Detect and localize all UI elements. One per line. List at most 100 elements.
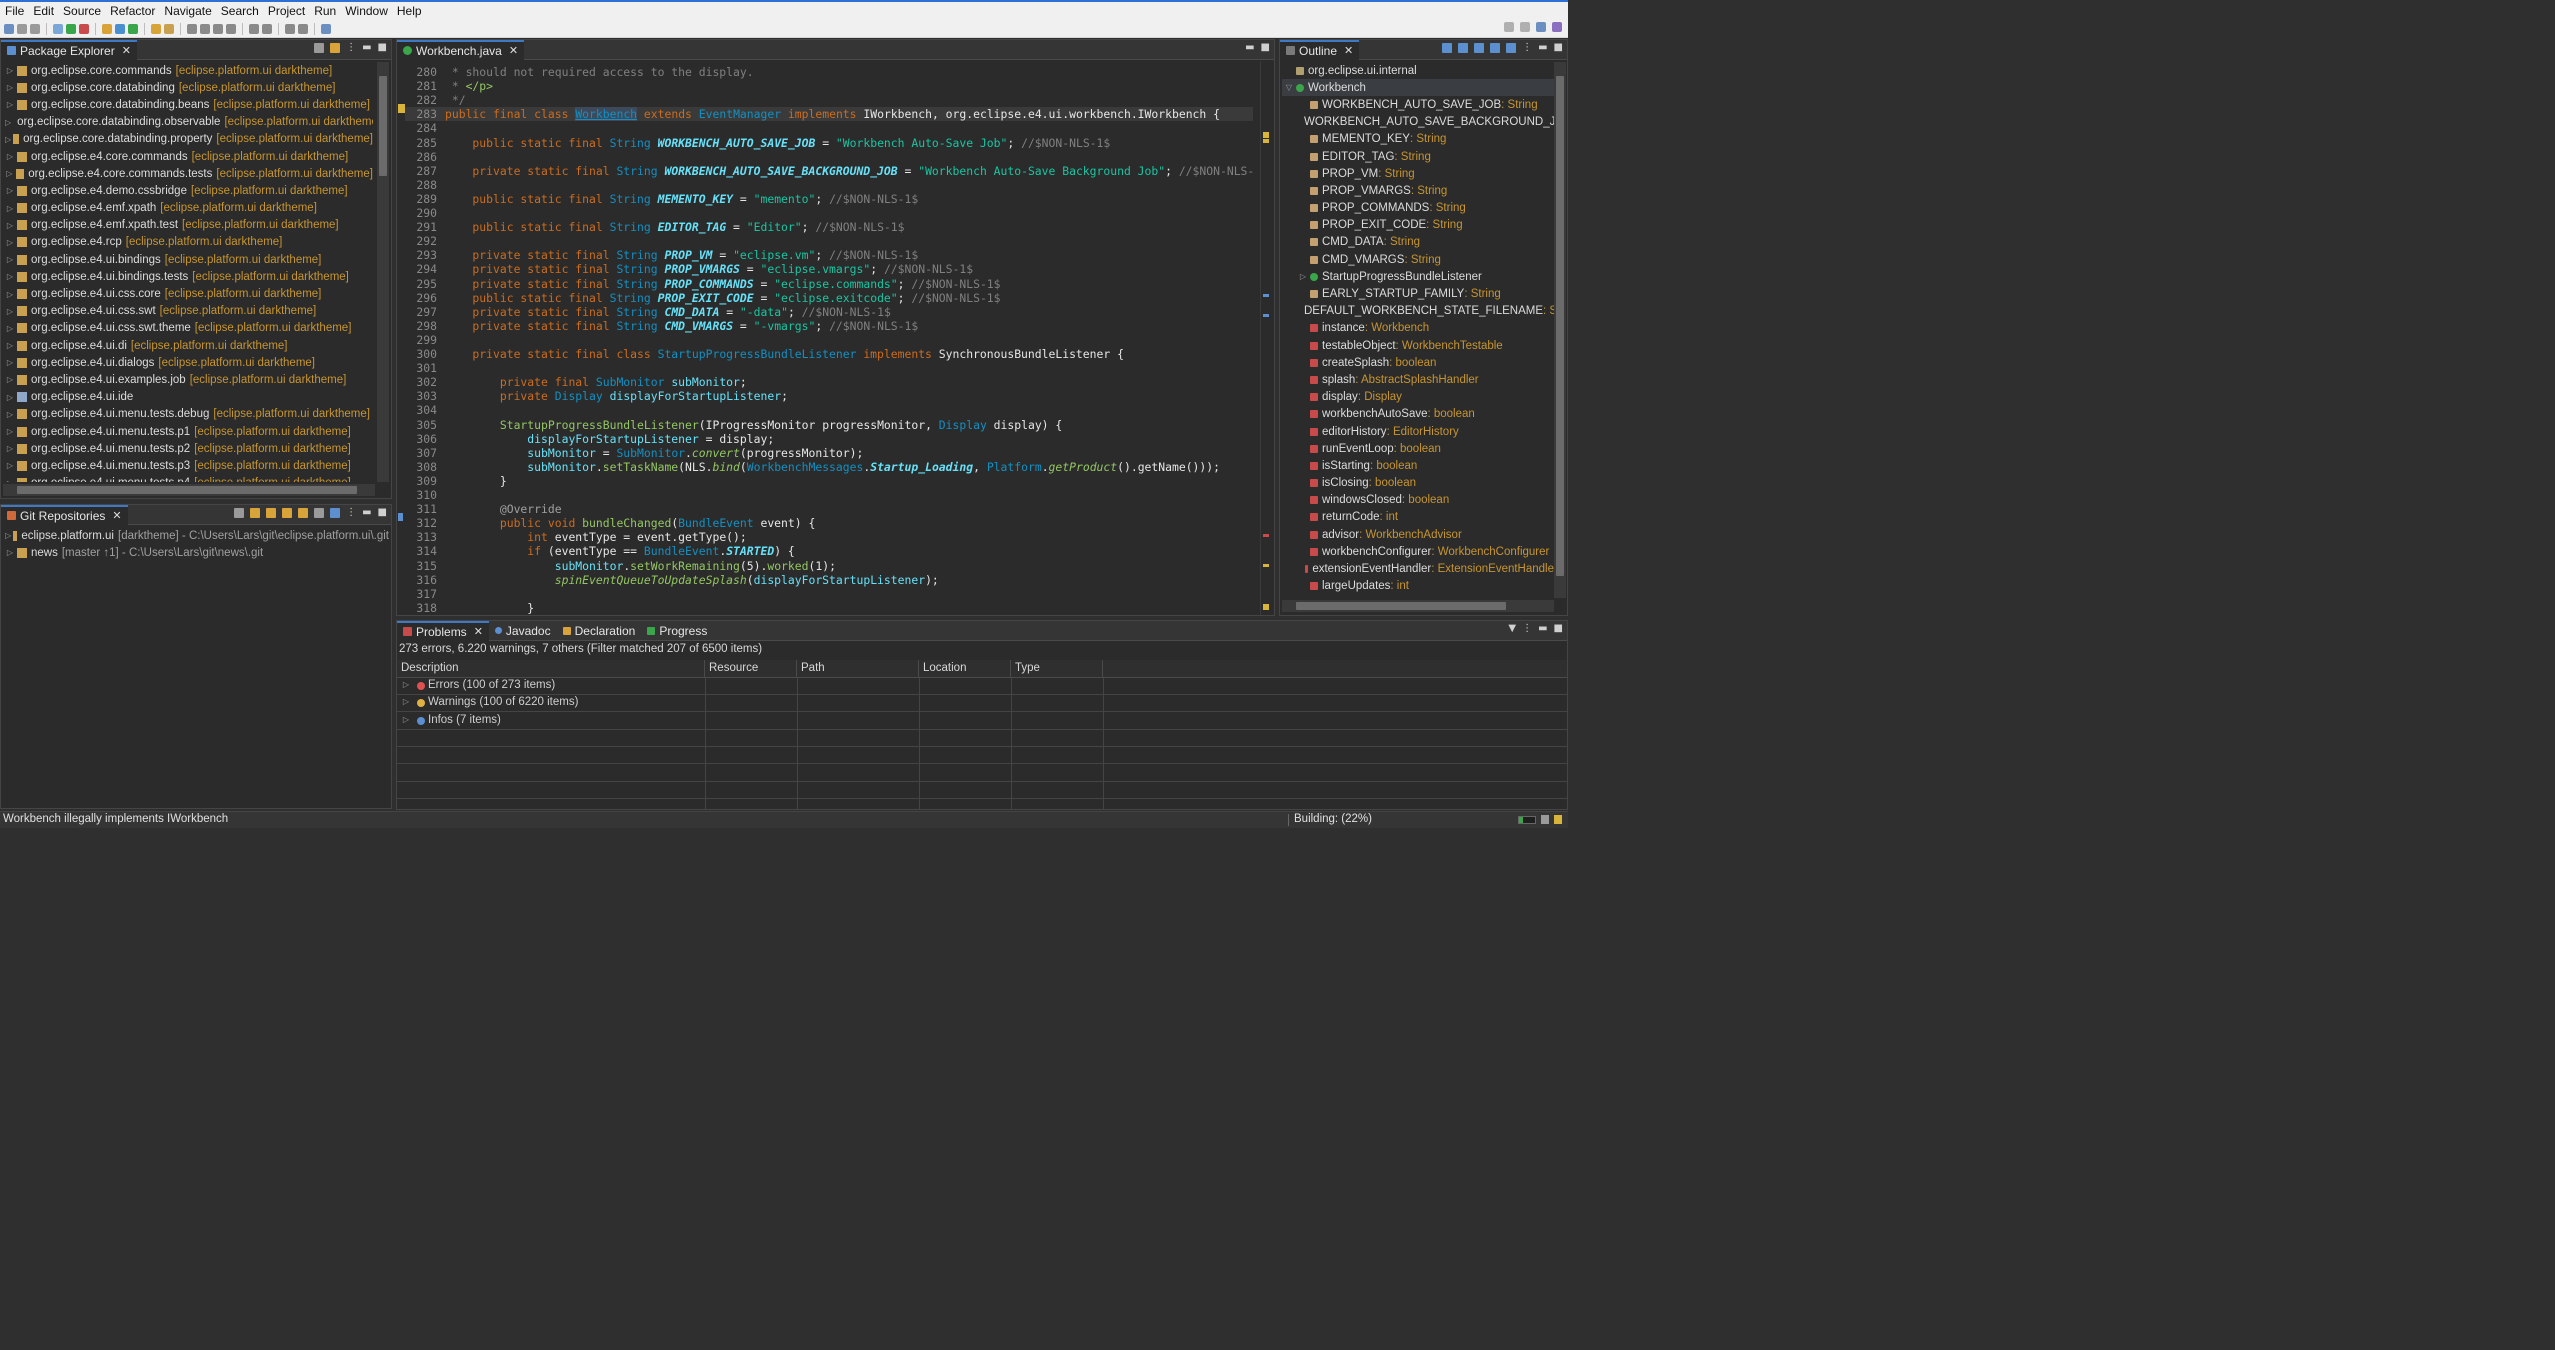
project-item[interactable]: ▷ org.eclipse.e4.core.commands.tests [ecli… — [5, 165, 373, 182]
outline-item[interactable]: WORKBENCH_AUTO_SAVE_JOB : String — [1282, 96, 1554, 113]
maximize-icon[interactable]: ■ — [1554, 624, 1563, 634]
view-menu-icon[interactable]: ⋮ — [346, 508, 356, 518]
search-icon[interactable] — [164, 23, 174, 34]
run-icon[interactable] — [66, 23, 76, 34]
column-type[interactable]: Type — [1011, 660, 1103, 678]
repository-item[interactable]: ▷ eclipse.platform.ui [darktheme] - C:\Use… — [5, 527, 389, 544]
outline-item[interactable]: CMD_DATA : String — [1282, 234, 1554, 251]
close-icon[interactable]: ✕ — [1344, 44, 1353, 57]
block-selection-icon[interactable] — [213, 23, 223, 34]
hide-fields-icon[interactable] — [1458, 43, 1469, 53]
tab-git-repositories[interactable]: Git Repositories ✕ — [1, 505, 128, 525]
expand-icon[interactable]: ▷ — [5, 461, 15, 470]
column-path[interactable]: Path — [797, 660, 919, 678]
table-row[interactable] — [397, 765, 1567, 782]
expand-icon[interactable]: ▷ — [5, 272, 15, 281]
create-repository-icon[interactable] — [282, 508, 293, 518]
expand-icon[interactable]: ▷ — [5, 255, 15, 264]
clone-repository-icon[interactable] — [266, 508, 277, 518]
build-status[interactable]: Building: (22%) — [1294, 813, 1372, 825]
outline-item[interactable]: org.eclipse.ui.internal — [1282, 62, 1554, 79]
expand-icon[interactable]: ▷ — [5, 375, 15, 384]
outline-item[interactable]: PROP_VMARGS : String — [1282, 182, 1554, 199]
overview-warning-marker[interactable] — [1263, 564, 1269, 567]
project-item[interactable]: ▷ org.eclipse.e4.ui.ide — [5, 389, 373, 406]
project-item[interactable]: ▷ org.eclipse.e4.ui.menu.tests.p2 [eclipse… — [5, 440, 373, 457]
outline-item[interactable]: instance : Workbench — [1282, 320, 1554, 337]
expand-icon[interactable]: ▷ — [5, 290, 15, 299]
project-item[interactable]: ▷ org.eclipse.core.commands [eclipse.platf… — [5, 62, 373, 79]
table-row[interactable] — [397, 730, 1567, 747]
tab-outline[interactable]: Outline ✕ — [1280, 40, 1360, 60]
scroll-thumb[interactable] — [1296, 602, 1506, 610]
progress-view-icon[interactable] — [1541, 815, 1549, 824]
filter-icon[interactable] — [314, 508, 325, 518]
new-java-project-icon[interactable] — [102, 23, 112, 34]
build-progress-bar[interactable] — [1518, 816, 1536, 824]
outline-item[interactable]: runEventLoop : boolean — [1282, 440, 1554, 457]
package-tree-vscrollbar[interactable] — [377, 62, 389, 482]
overview-marker[interactable] — [1263, 314, 1269, 317]
code-area[interactable]: 280 * should not required access to the … — [397, 61, 1274, 615]
open-perspective-icon[interactable] — [1520, 22, 1530, 32]
overview-warning-marker[interactable] — [1263, 604, 1269, 610]
view-menu-icon[interactable]: ⋮ — [346, 43, 356, 53]
package-tree-hscrollbar[interactable] — [3, 484, 375, 496]
project-item[interactable]: ▷ org.eclipse.core.databinding.property [e… — [5, 131, 373, 148]
expand-icon[interactable]: ▷ — [5, 307, 15, 316]
outline-item[interactable]: display : Display — [1282, 389, 1554, 406]
tab-package-explorer[interactable]: Package Explorer ✕ — [1, 40, 137, 60]
table-row[interactable] — [397, 747, 1567, 765]
expand-icon[interactable]: ▷ — [5, 410, 15, 419]
hide-static-icon[interactable] — [1474, 43, 1485, 53]
outline-item[interactable]: workbenchAutoSave : boolean — [1282, 406, 1554, 423]
expand-icon[interactable]: ▷ — [5, 135, 11, 144]
back-icon[interactable] — [285, 23, 295, 34]
column-resource[interactable]: Resource — [705, 660, 797, 678]
outline-item[interactable]: workbenchConfigurer : WorkbenchConfigure… — [1282, 543, 1554, 560]
maximize-icon[interactable]: ■ — [1554, 43, 1563, 53]
hide-non-public-icon[interactable] — [1490, 43, 1501, 53]
outline-item[interactable]: largeUpdates : int — [1282, 578, 1554, 595]
project-item[interactable]: ▷ org.eclipse.e4.emf.xpath [eclipse.platfo… — [5, 200, 373, 217]
outline-item[interactable]: WORKBENCH_AUTO_SAVE_BACKGROUND_JOB — [1282, 114, 1554, 131]
menu-navigate[interactable]: Navigate — [159, 4, 215, 18]
expand-icon[interactable]: ▷ — [5, 393, 15, 402]
project-item[interactable]: ▷ org.eclipse.e4.ui.dialogs [eclipse.platf… — [5, 354, 373, 371]
expand-icon[interactable]: ▷ — [1298, 272, 1308, 281]
project-item[interactable]: ▷ org.eclipse.e4.demo.cssbridge [eclipse.p… — [5, 182, 373, 199]
expand-icon[interactable]: ▷ — [5, 531, 11, 540]
add-repository-icon[interactable] — [250, 508, 261, 518]
annotation-icon[interactable] — [187, 23, 197, 34]
expand-icon[interactable]: ▷ — [5, 548, 15, 557]
table-row[interactable]: ▷ Infos (7 items) — [397, 713, 1567, 730]
scroll-thumb[interactable] — [1556, 76, 1564, 576]
minimize-icon[interactable]: ▬ — [1538, 624, 1547, 634]
minimize-icon[interactable]: ▬ — [1538, 43, 1547, 53]
tab-problems[interactable]: Problems ✕ — [397, 621, 489, 641]
column-description[interactable]: Description — [397, 660, 705, 678]
toggle-mark-icon[interactable] — [200, 23, 210, 34]
new-icon[interactable] — [4, 23, 14, 34]
warning-marker-icon[interactable] — [398, 104, 405, 113]
pin-editor-icon[interactable] — [321, 23, 331, 34]
expand-icon[interactable]: ▷ — [5, 100, 15, 109]
expand-icon[interactable]: ▷ — [5, 238, 15, 247]
overview-ruler[interactable] — [1260, 61, 1270, 615]
outline-vscrollbar[interactable] — [1554, 62, 1566, 598]
project-item[interactable]: ▷ org.eclipse.e4.emf.xpath.test [eclipse.p… — [5, 217, 373, 234]
project-item[interactable]: ▷ org.eclipse.e4.ui.css.swt [eclipse.platf… — [5, 303, 373, 320]
outline-item[interactable]: advisor : WorkbenchAdvisor — [1282, 526, 1554, 543]
expand-icon[interactable]: ▷ — [5, 186, 15, 195]
close-icon[interactable]: ✕ — [474, 625, 483, 638]
table-row[interactable]: ▷ Errors (100 of 273 items) — [397, 678, 1567, 695]
link-with-selection-icon[interactable] — [330, 508, 341, 518]
view-menu-icon[interactable]: ⋮ — [1522, 624, 1532, 634]
save-all-icon[interactable] — [30, 23, 40, 34]
overview-error-marker[interactable] — [1263, 534, 1269, 537]
scroll-thumb[interactable] — [17, 486, 357, 494]
save-icon[interactable] — [17, 23, 27, 34]
debug-perspective-icon[interactable] — [1552, 22, 1562, 32]
new-package-icon[interactable] — [115, 23, 125, 34]
tab-javadoc[interactable]: Javadoc — [489, 621, 557, 641]
